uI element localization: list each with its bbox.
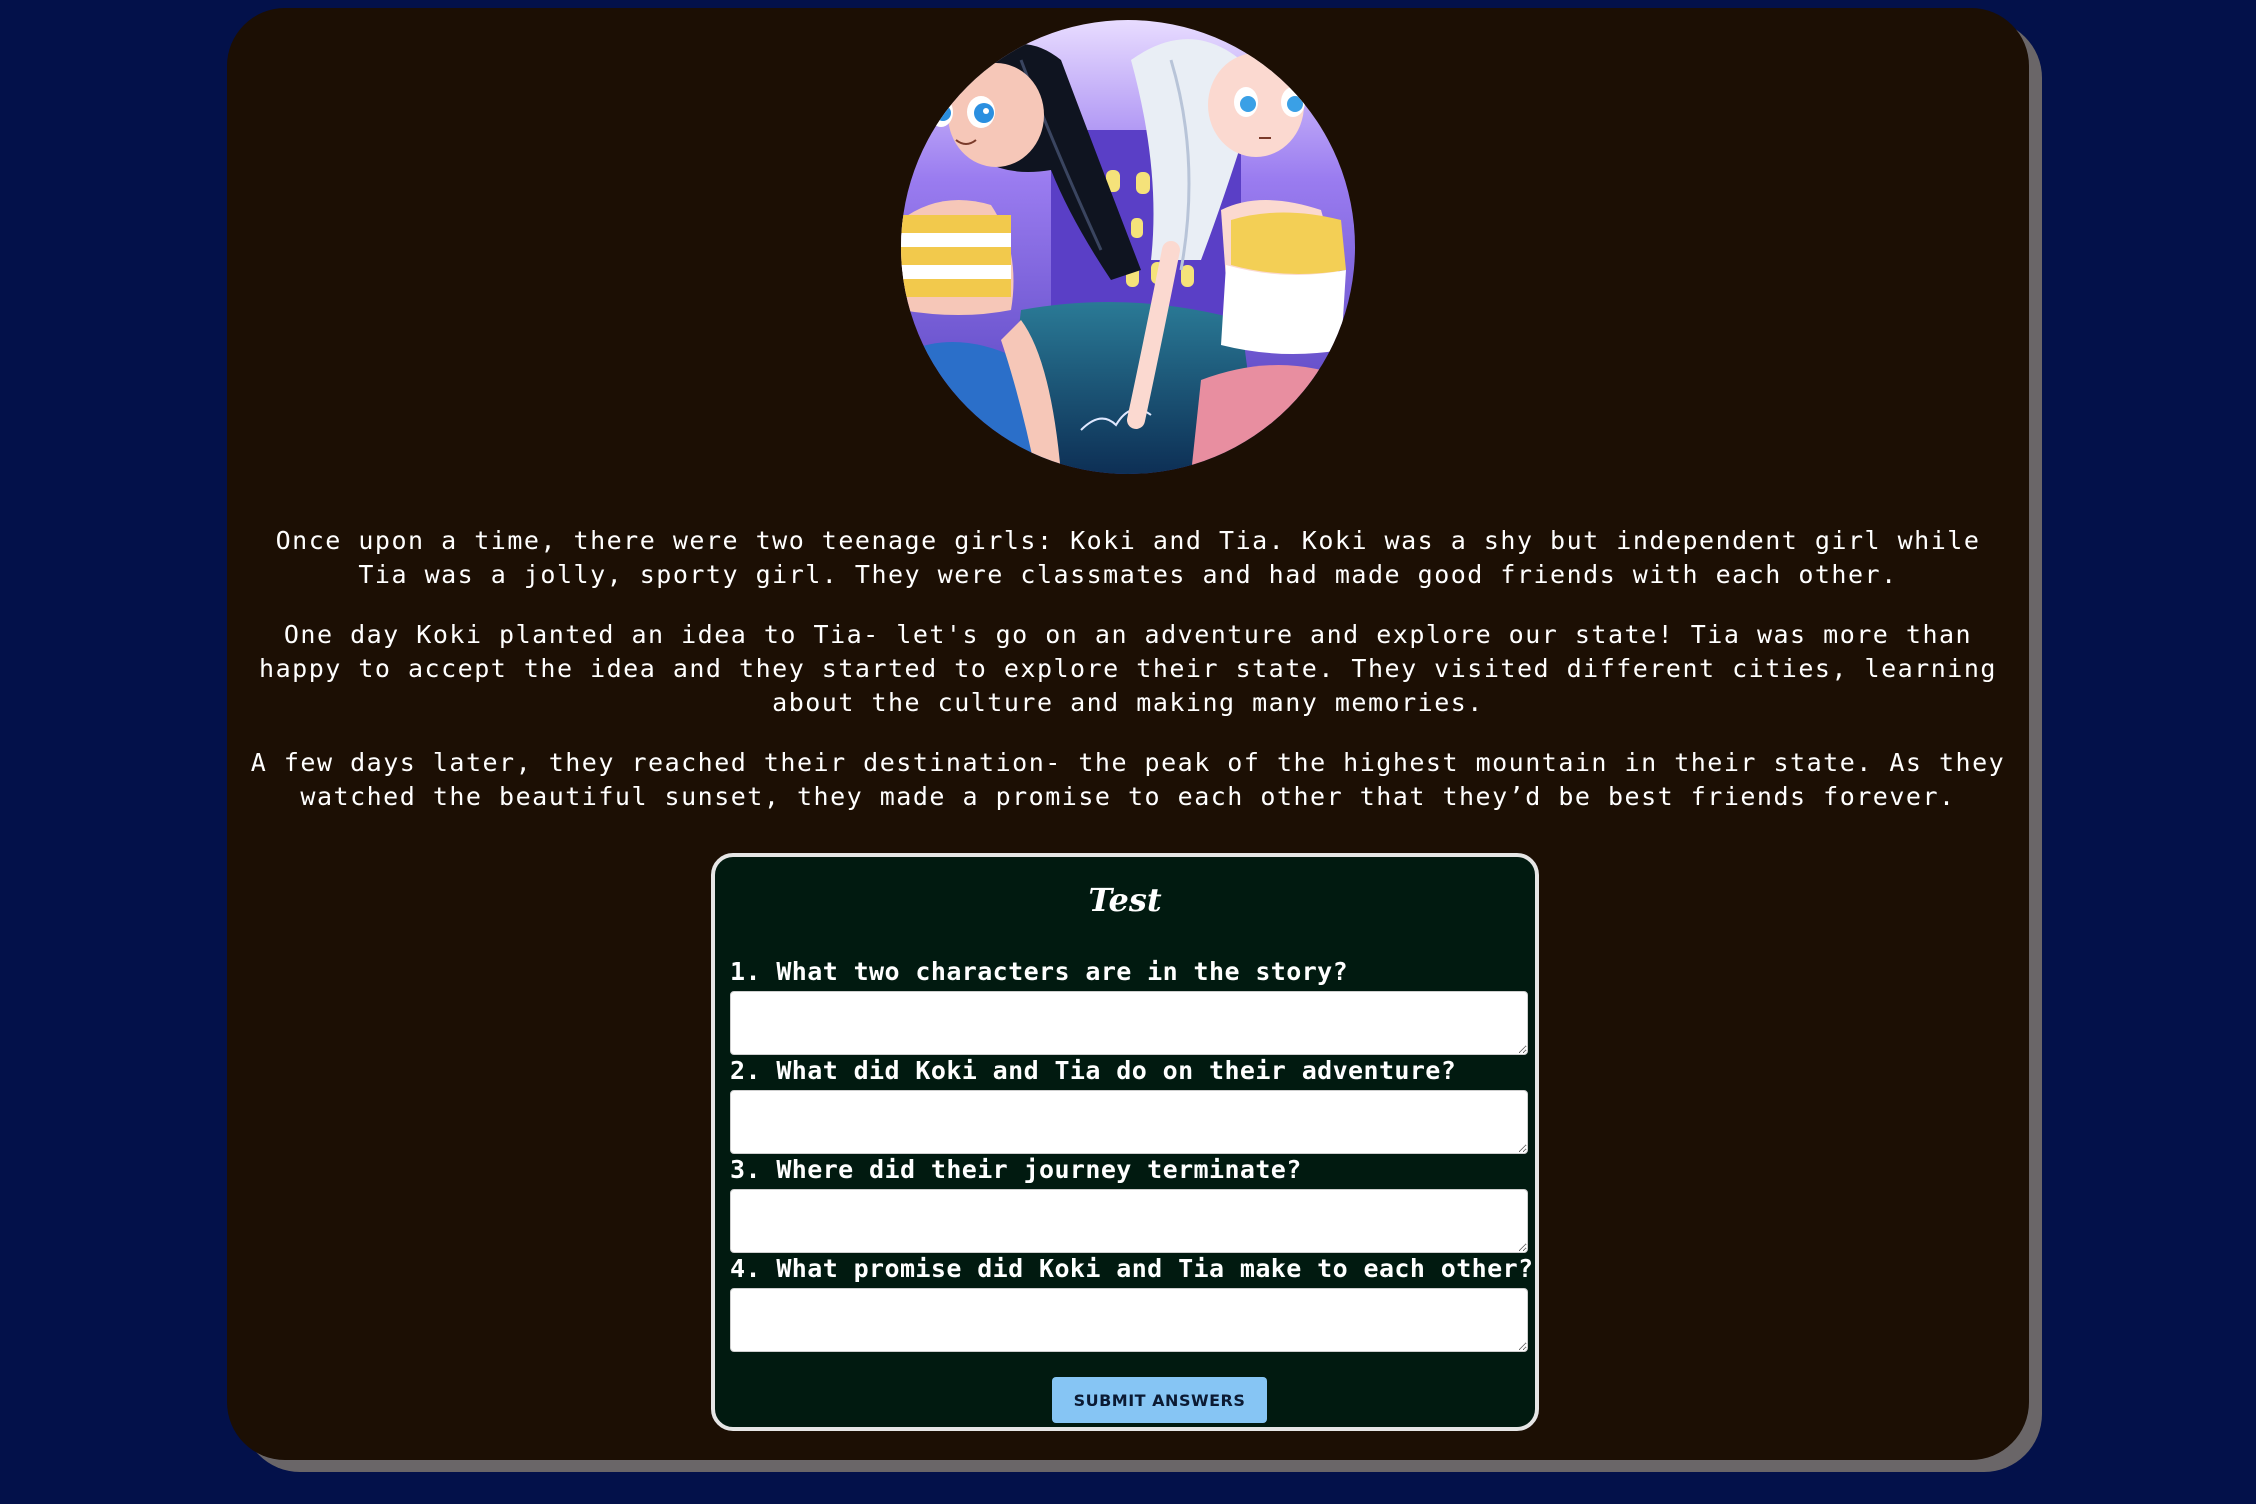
story-illustration: [901, 20, 1355, 474]
test-title: Test: [1088, 881, 1162, 919]
answer-field-3[interactable]: [730, 1189, 1528, 1253]
story-card: Once upon a time, there were two teenage…: [227, 8, 2029, 1460]
question-label-1: 1. What two characters are in the story?: [730, 957, 1349, 986]
question-label-4: 4. What promise did Koki and Tia make to…: [730, 1254, 1534, 1283]
answer-field-2[interactable]: [730, 1090, 1528, 1154]
question-label-2: 2. What did Koki and Tia do on their adv…: [730, 1056, 1457, 1085]
story-paragraph: One day Koki planted an idea to Tia- let…: [259, 620, 1997, 717]
test-form: Test 1. What two characters are in the s…: [711, 853, 1539, 1431]
submit-answers-button[interactable]: SUBMIT ANSWERS: [1052, 1377, 1267, 1423]
story-text: Once upon a time, there were two teenage…: [247, 524, 2009, 840]
story-paragraph: Once upon a time, there were two teenage…: [275, 526, 1981, 589]
question-label-3: 3. Where did their journey terminate?: [730, 1155, 1302, 1184]
answer-field-4[interactable]: [730, 1288, 1528, 1352]
answer-field-1[interactable]: [730, 991, 1528, 1055]
story-paragraph: A few days later, they reached their des…: [250, 748, 2006, 811]
